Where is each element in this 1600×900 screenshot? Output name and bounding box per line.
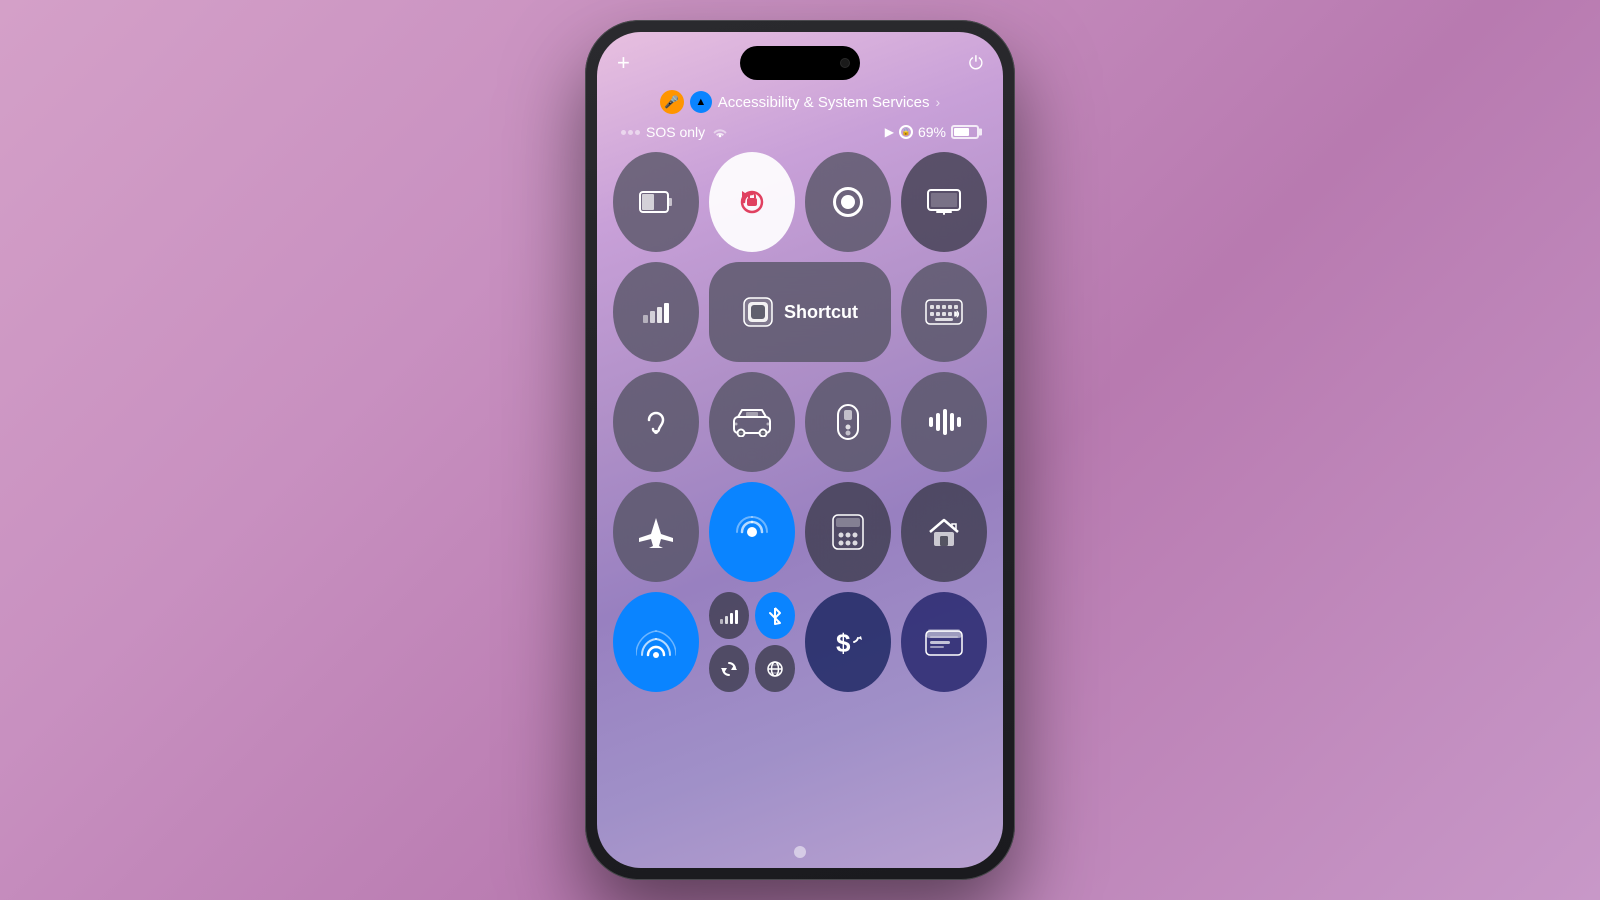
camera-dot <box>840 58 850 68</box>
rotate-mini-button[interactable] <box>709 645 749 692</box>
location-indicator: ▲ <box>690 91 712 113</box>
phone-screen: + ⏻ 🎤 ▲ Accessibility & System Services … <box>597 32 1003 868</box>
rotation-lock-button[interactable] <box>709 152 795 252</box>
add-button[interactable]: + <box>617 50 630 76</box>
battery-saver-button[interactable] <box>613 152 699 252</box>
home-indicator <box>794 846 806 858</box>
battery-percent: 69% <box>918 124 946 140</box>
wifi-status-icon <box>711 125 729 139</box>
remote-button[interactable] <box>805 372 891 472</box>
controls-row-2: Shortcut <box>613 262 987 362</box>
status-left: SOS only <box>621 124 729 140</box>
signal-button[interactable] <box>613 262 699 362</box>
svg-text:$: $ <box>836 628 851 658</box>
dynamic-island <box>740 46 860 80</box>
sound-wave-button[interactable] <box>901 372 987 472</box>
breadcrumb-text: Accessibility & System Services <box>718 94 930 111</box>
controls-row-5: $ <box>613 592 987 692</box>
mini-grid-container <box>709 592 795 692</box>
battery-icon <box>951 125 979 139</box>
breadcrumb[interactable]: 🎤 ▲ Accessibility & System Services › <box>597 90 1003 114</box>
shortcut-label: Shortcut <box>784 302 858 323</box>
screen-record-button[interactable] <box>805 152 891 252</box>
controls-row-1 <box>613 152 987 252</box>
status-right: ▶ 🔒 69% <box>885 124 979 140</box>
wallet-button[interactable] <box>901 592 987 692</box>
phone-outer: + ⏻ 🎤 ▲ Accessibility & System Services … <box>585 20 1015 880</box>
cashapp-button[interactable]: $ <box>805 592 891 692</box>
controls-container: Shortcut <box>613 152 987 838</box>
airplane-button[interactable] <box>613 482 699 582</box>
signal-dots <box>621 130 640 135</box>
keyboard-button[interactable] <box>901 262 987 362</box>
controls-row-3 <box>613 372 987 472</box>
home-button[interactable] <box>901 482 987 582</box>
breadcrumb-chevron: › <box>936 94 941 110</box>
bluetooth-mini-button[interactable] <box>755 592 795 639</box>
controls-row-4 <box>613 482 987 582</box>
location-arrow: ▶ <box>885 125 894 139</box>
mic-indicator: 🎤 <box>660 90 684 114</box>
car-button[interactable] <box>709 372 795 472</box>
wifi-big-button[interactable] <box>613 592 699 692</box>
status-bar: SOS only ▶ 🔒 69% <box>597 124 1003 140</box>
globe-mini-button[interactable] <box>755 645 795 692</box>
signal-mini-button[interactable] <box>709 592 749 639</box>
calculator-button[interactable] <box>805 482 891 582</box>
airdrop-button[interactable] <box>709 482 795 582</box>
shortcut-button[interactable]: Shortcut <box>709 262 890 362</box>
screen-mirror-button[interactable] <box>901 152 987 252</box>
lock-circle: 🔒 <box>899 125 913 139</box>
sos-text: SOS only <box>646 124 705 140</box>
power-button[interactable]: ⏻ <box>969 53 983 74</box>
hearing-button[interactable] <box>613 372 699 472</box>
